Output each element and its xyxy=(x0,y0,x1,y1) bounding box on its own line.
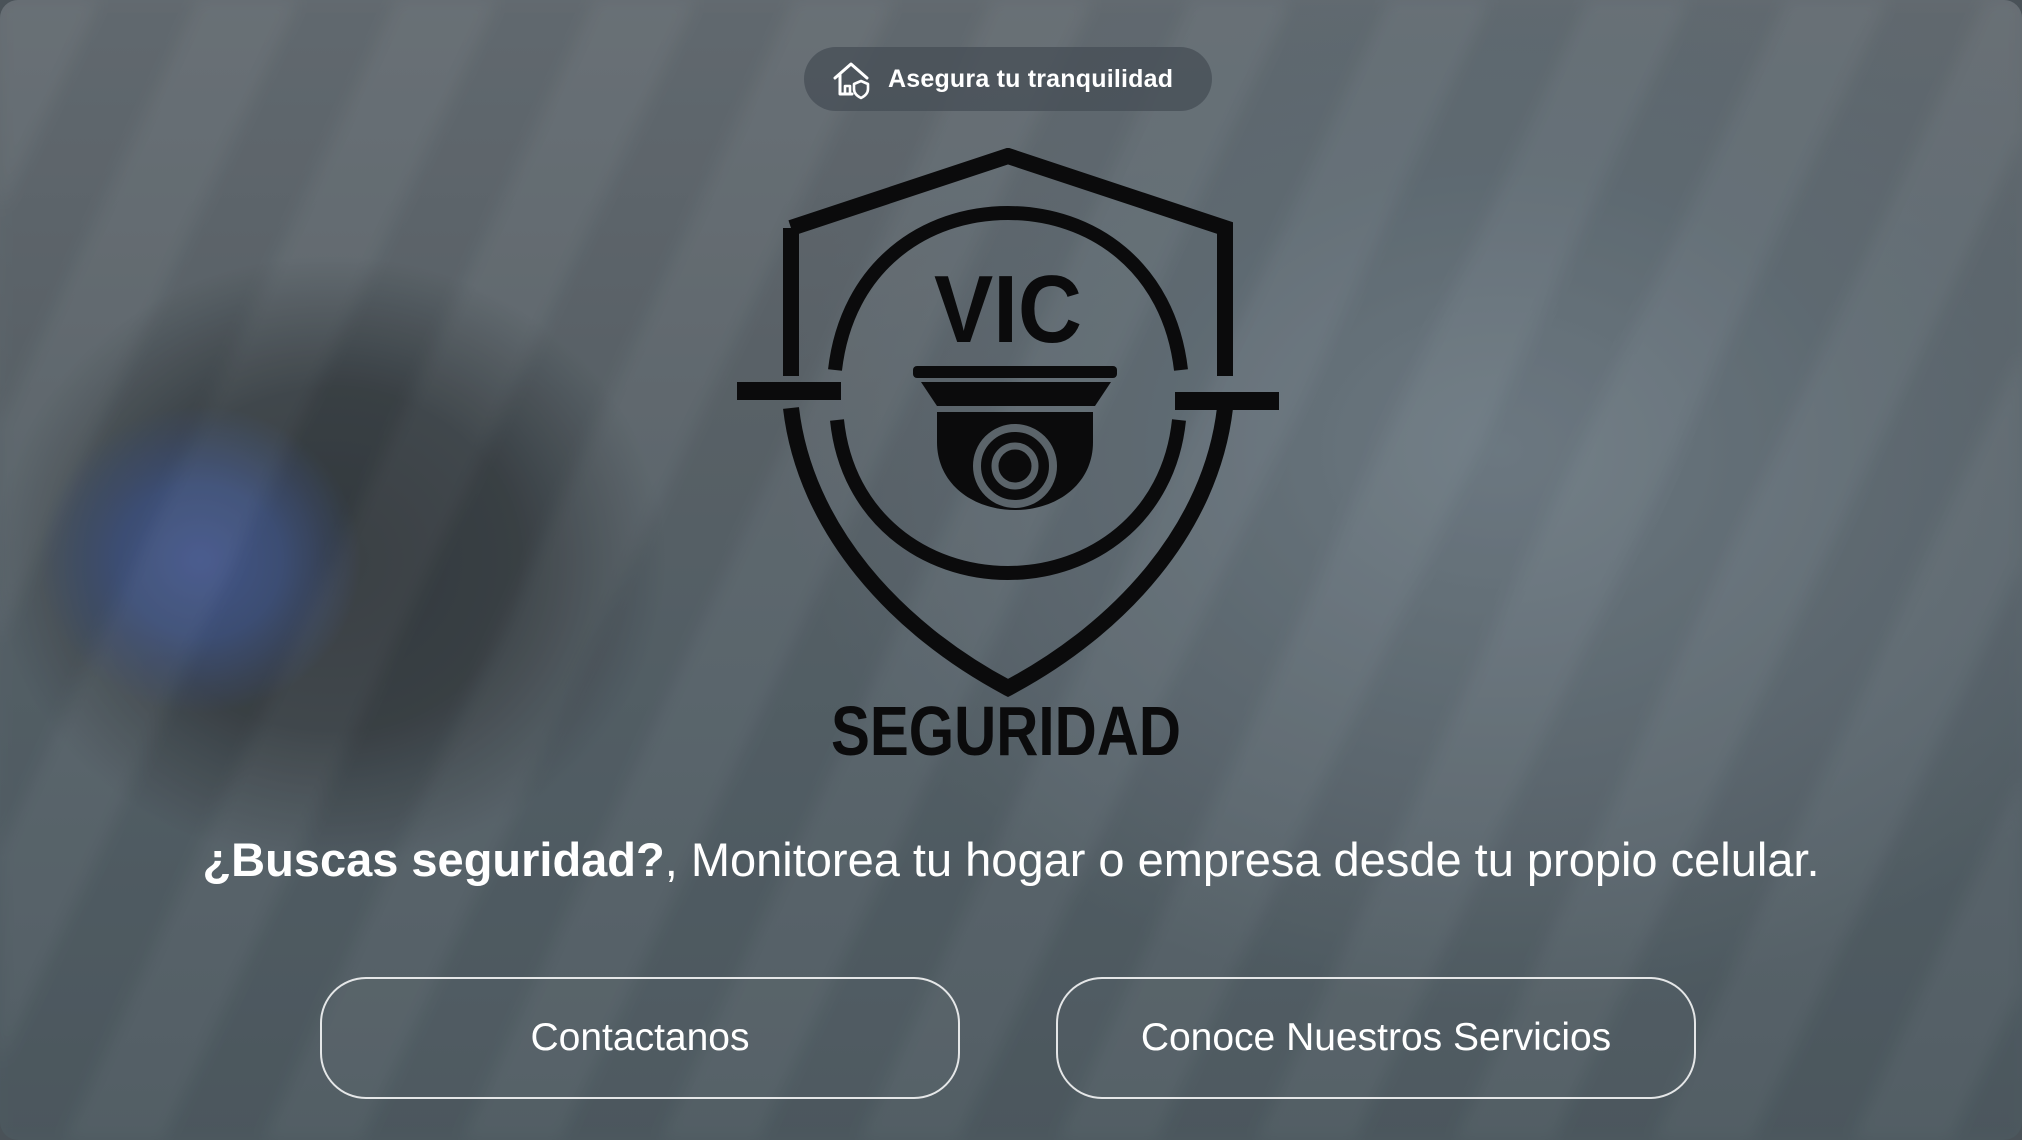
tagline-badge: Asegura tu tranquilidad xyxy=(804,47,1212,111)
hero-content: Asegura tu tranquilidad VIC SEGURIDAD ¿B… xyxy=(0,0,2022,1140)
contact-button[interactable]: Contactanos xyxy=(320,977,960,1099)
tagline-text: Asegura tu tranquilidad xyxy=(888,64,1174,93)
home-shield-icon xyxy=(833,62,870,100)
headline-rest: , Monitorea tu hogar o empresa desde tu … xyxy=(664,833,1820,886)
services-button[interactable]: Conoce Nuestros Servicios xyxy=(1056,977,1696,1099)
dome-camera-icon xyxy=(913,366,1117,510)
logo-subtitle: SEGURIDAD xyxy=(831,692,1181,768)
hero-headline: ¿Buscas seguridad?, Monitorea tu hogar o… xyxy=(0,832,2022,887)
headline-strong: ¿Buscas seguridad? xyxy=(202,833,665,886)
brand-logo: VIC SEGURIDAD xyxy=(737,148,1279,768)
logo-title: VIC xyxy=(934,256,1082,363)
hero-section: Asegura tu tranquilidad VIC SEGURIDAD ¿B… xyxy=(0,0,2022,1140)
